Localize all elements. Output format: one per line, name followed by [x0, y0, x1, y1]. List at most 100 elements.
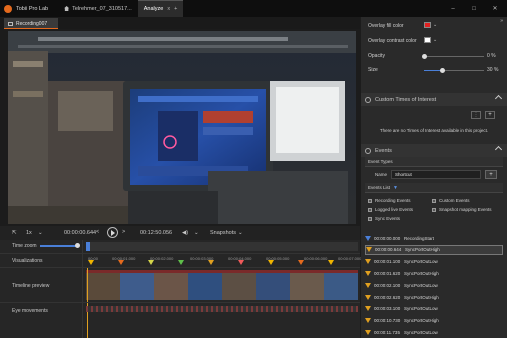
tab-project[interactable]: Telrehmer_07_310517... — [58, 0, 138, 17]
maximize-button[interactable]: □ — [466, 0, 482, 17]
event-row[interactable]: 00:00:02.620 SyncPortOutHigh — [365, 292, 503, 302]
event-row[interactable]: 00:00:00.000 RecordingStart — [365, 233, 503, 243]
home-icon — [64, 6, 70, 11]
name-label: Name — [375, 172, 388, 177]
step-forward-button[interactable]: > — [122, 229, 125, 235]
overlay-contrast-color-swatch[interactable] — [424, 37, 431, 43]
event-types-header[interactable]: Event Types — [365, 157, 503, 167]
checkbox-logged-live-events[interactable]: Logged live Events — [368, 207, 413, 212]
timeline-preview-strip[interactable] — [86, 270, 358, 300]
event-row[interactable]: 00:00:10.730 SyncPortOutHigh — [365, 316, 503, 326]
event-time: 00:00:03.100 — [374, 306, 401, 312]
event-row[interactable]: 00:00:03.100 SyncPortOutLow — [365, 304, 503, 314]
size-label: Size — [368, 67, 378, 73]
timeline-event-marker[interactable] — [148, 260, 154, 265]
events-list-label: Events List — [368, 185, 391, 190]
snapshots-dropdown-icon[interactable]: ⌄ — [238, 230, 243, 236]
opacity-handle[interactable] — [422, 54, 427, 59]
event-time: 00:00:01.100 — [374, 259, 401, 265]
tick-label: 00:00:06.000 — [304, 256, 328, 261]
toi-settings-button[interactable]: ⋮ — [471, 111, 481, 119]
event-row[interactable]: 00:00:01.620 SyncPortOutHigh — [365, 268, 503, 278]
size-value: 30 % — [487, 67, 499, 73]
opacity-label: Opacity — [368, 53, 385, 59]
event-marker-icon — [366, 247, 372, 253]
timeline-panel: Time zoom Visualizations 00:00 00:00:01.… — [0, 240, 361, 338]
time-zoom-handle[interactable] — [75, 243, 80, 248]
event-name: SyncPortOutHigh — [405, 247, 440, 253]
size-handle[interactable] — [440, 68, 445, 73]
speed-down-icon[interactable]: ⌄ — [38, 230, 43, 236]
custom-toi-header[interactable]: Custom Times of Interest — [361, 93, 507, 106]
event-name-field[interactable]: Shortcut — [391, 170, 481, 179]
collapse-icon[interactable] — [494, 145, 503, 154]
event-name: SyncPortOutLow — [404, 282, 438, 288]
close-tab-icon[interactable]: x — [167, 6, 170, 12]
event-marker-icon — [365, 282, 371, 288]
collapse-icon[interactable] — [494, 94, 503, 103]
overview-strip[interactable] — [86, 242, 358, 251]
add-tab-button[interactable]: + — [174, 6, 177, 12]
checkbox-custom-events[interactable]: Custom Events — [432, 198, 470, 203]
event-row[interactable]: 00:00:01.100 SyncPortOutLow — [365, 257, 503, 267]
add-toi-button[interactable]: + — [485, 111, 495, 119]
playhead[interactable] — [87, 268, 88, 338]
step-back-button[interactable]: < — [96, 229, 99, 235]
event-row[interactable]: 00:00:00.644 SyncPortOutHigh — [365, 244, 503, 255]
timeline-preview-label: Timeline preview — [12, 283, 50, 289]
recording-tab-label: Recording007 — [16, 20, 48, 27]
events-header[interactable]: Events — [361, 144, 507, 157]
timeline-event-marker[interactable] — [118, 260, 124, 265]
custom-toi-empty-message: There are no Times of Interest available… — [379, 128, 489, 133]
snapshots-button[interactable]: Snapshots — [210, 230, 236, 236]
checkbox-sync-events[interactable]: Sync Events — [368, 216, 400, 221]
event-time: 00:00:01.620 — [374, 270, 401, 276]
fill-color-dropdown-icon[interactable]: ⌄ — [433, 22, 437, 28]
add-event-button[interactable]: + — [485, 170, 497, 179]
event-marker-icon — [365, 329, 371, 335]
total-time: 00:12:50.056 — [140, 230, 173, 236]
timeline-event-marker[interactable] — [238, 260, 244, 265]
play-button[interactable] — [107, 227, 118, 238]
volume-dropdown-icon[interactable]: ⌄ — [194, 230, 199, 236]
visualizations-label[interactable]: Visualizations — [12, 258, 42, 264]
filter-icon[interactable]: ▼ — [393, 185, 398, 191]
event-name: RecordingStart — [404, 235, 435, 241]
checkbox-snapshot-mapping-events[interactable]: Snapshot mapping Events — [432, 207, 492, 212]
event-time: 00:00:10.730 — [374, 318, 401, 324]
eye-movements-track[interactable] — [86, 306, 358, 312]
checkbox-recording-events[interactable]: Recording Events — [368, 198, 411, 203]
event-time: 00:00:02.620 — [374, 294, 401, 300]
video-player[interactable] — [8, 31, 356, 224]
time-zoom-slider[interactable] — [40, 245, 78, 247]
tab-analyze[interactable]: Analyze x + — [137, 0, 184, 17]
event-marker-icon — [365, 318, 371, 324]
playback-controls: ⇱ 1x ⌄ 00:00:00.644 < > 00:12:50.056 ◀) … — [0, 226, 360, 240]
event-row[interactable]: 00:00:11.735 SyncPortOutLow — [365, 327, 503, 337]
timeline-event-marker[interactable] — [298, 260, 304, 265]
timeline-event-marker[interactable] — [178, 260, 184, 265]
event-marker-icon — [365, 294, 371, 300]
opacity-slider[interactable] — [424, 56, 484, 57]
minimize-button[interactable]: – — [445, 0, 461, 17]
active-tab-indicator — [4, 28, 58, 29]
timeline-event-marker[interactable] — [268, 260, 274, 265]
event-time: 00:00:11.735 — [374, 329, 400, 335]
panel-expand-icon[interactable]: » — [500, 18, 503, 24]
size-slider[interactable] — [424, 70, 484, 71]
timeline-event-marker[interactable] — [208, 260, 214, 265]
contrast-color-dropdown-icon[interactable]: ⌄ — [433, 37, 437, 43]
events-list-header[interactable]: Events List ▼ — [365, 183, 503, 193]
volume-icon[interactable]: ◀) — [182, 230, 188, 236]
event-row[interactable]: 00:00:02.100 SyncPortOutLow — [365, 280, 503, 290]
preview-thumbnails — [86, 270, 358, 300]
timeline-event-marker[interactable] — [88, 260, 94, 265]
close-window-button[interactable]: ✕ — [487, 0, 503, 17]
event-marker-icon — [365, 259, 371, 265]
overlay-fill-color-swatch[interactable] — [424, 22, 431, 28]
app-name: Tobii Pro Lab — [16, 5, 49, 12]
recording-tab[interactable]: Recording007 — [4, 18, 58, 29]
speed-select[interactable]: 1x — [26, 230, 32, 236]
trim-icon[interactable]: ⇱ — [12, 230, 17, 236]
timeline-event-marker[interactable] — [328, 260, 334, 265]
